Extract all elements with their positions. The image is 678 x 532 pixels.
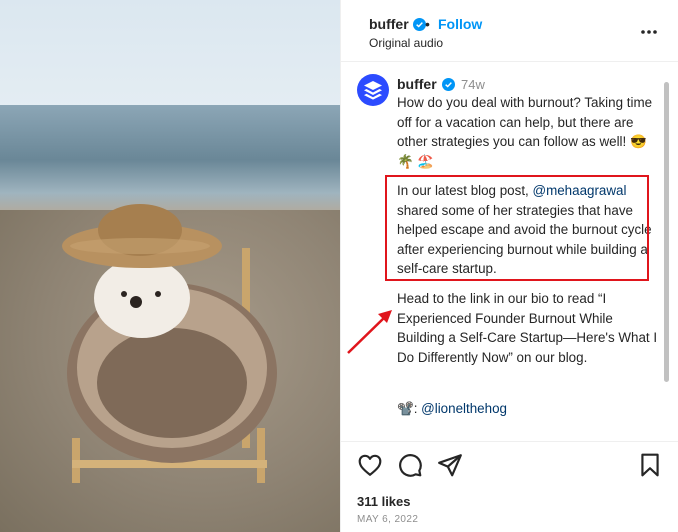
avatar[interactable] — [357, 74, 389, 106]
share-icon[interactable] — [437, 452, 463, 478]
audio-label[interactable]: Original audio — [369, 36, 443, 50]
bookmark-icon[interactable] — [637, 452, 663, 478]
more-options-icon[interactable] — [639, 22, 659, 42]
caption-area: buffer 74w How do you deal with burnout?… — [341, 62, 678, 442]
post-date: MAY 6, 2022 — [357, 514, 419, 525]
post-side-panel: buffer • Follow Original audio buffer 74… — [340, 0, 678, 532]
caption-scrollbar[interactable] — [664, 82, 669, 382]
caption-paragraph-3: Head to the link in our bio to read “I E… — [397, 291, 658, 365]
likes-count[interactable]: 311 likes — [357, 494, 411, 509]
action-bar — [341, 452, 678, 482]
comment-icon[interactable] — [397, 452, 423, 478]
post-header: buffer • Follow Original audio — [341, 0, 678, 62]
post-time[interactable]: 74w — [461, 77, 485, 92]
hedgehog-image — [62, 204, 277, 483]
caption-paragraph-4: 📽️: @lionelthehog — [397, 399, 659, 419]
mention-lionelthehog[interactable]: @lionelthehog — [421, 401, 507, 416]
caption-paragraph-1: How do you deal with burnout? Taking tim… — [397, 95, 653, 169]
sky — [0, 0, 340, 110]
header-username[interactable]: buffer — [369, 16, 409, 32]
post-media[interactable] — [0, 0, 340, 532]
caption-username[interactable]: buffer — [397, 76, 437, 92]
camera-emoji-icon: 📽️ — [397, 401, 414, 416]
highlight-annotation-box — [385, 175, 649, 281]
header-separator: • — [425, 16, 430, 32]
verified-badge-icon — [442, 78, 455, 91]
buffer-logo-icon — [364, 81, 382, 100]
heart-icon[interactable] — [357, 452, 383, 478]
red-arrow-annotation — [347, 310, 392, 354]
follow-button[interactable]: Follow — [438, 16, 482, 32]
